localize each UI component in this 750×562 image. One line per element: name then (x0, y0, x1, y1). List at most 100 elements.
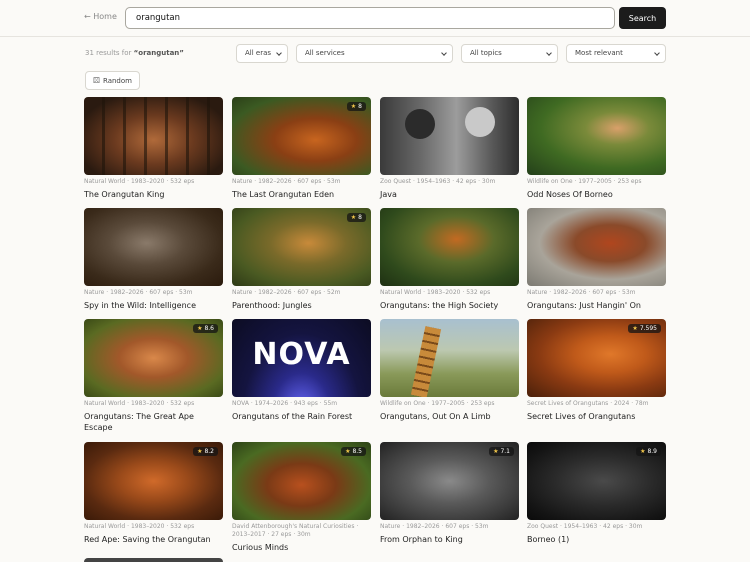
episode-thumbnail[interactable]: ★ 8.2 (84, 442, 223, 520)
episode-thumbnail[interactable] (380, 97, 519, 175)
episode-thumbnail[interactable]: ★ 8.9 (527, 442, 666, 520)
eras-select[interactable]: All eras (236, 44, 288, 63)
home-link[interactable]: ← Home (84, 12, 117, 21)
topics-select[interactable]: All topics (461, 44, 558, 63)
episode-meta: Zoo Quest · 1954–1963 · 42 eps · 30m (527, 523, 643, 530)
random-button-label: Random (102, 76, 132, 85)
episode-thumbnail[interactable] (527, 208, 666, 286)
episode-meta: Natural World · 1983–2020 · 532 eps (84, 400, 195, 407)
episode-thumbnail[interactable] (84, 97, 223, 175)
episode-thumbnail[interactable] (84, 208, 223, 286)
search-input[interactable] (125, 7, 615, 29)
episode-title[interactable]: The Orangutan King (84, 189, 223, 200)
episode-card[interactable]: ★ 8.5 David Attenborough's Natural Curios… (232, 442, 371, 553)
episode-thumbnail[interactable]: ★ 8 (232, 97, 371, 175)
episode-meta: NOVA · 1974–2026 · 943 eps · 55m (232, 400, 338, 407)
episode-thumbnail[interactable]: ★ 8.5 (232, 442, 371, 520)
services-select[interactable]: All services (296, 44, 453, 63)
episode-title[interactable]: Parenthood: Jungles (232, 300, 371, 311)
episode-thumbnail[interactable]: ★ 7.595 (527, 319, 666, 397)
star-icon: ★ (632, 325, 638, 332)
episode-title[interactable]: Secret Lives of Orangutans (527, 411, 666, 422)
episode-card[interactable]: ★ 7.595 Secret Lives of Orangutans · 2024… (527, 319, 666, 422)
episode-card[interactable]: Wildlife on One · 1977–2005 · 253 eps Od… (527, 97, 666, 200)
topics-select-value: All topics (470, 49, 502, 57)
episode-meta: Nature · 1982–2026 · 607 eps · 53m (232, 178, 341, 185)
star-icon: ★ (350, 103, 357, 110)
rating-badge: ★ 8.5 (341, 447, 366, 456)
episode-meta: Zoo Quest · 1954–1963 · 42 eps · 30m (380, 178, 496, 185)
episode-meta: Wildlife on One · 1977–2005 · 253 eps (380, 400, 495, 407)
episode-card-partial[interactable] (84, 558, 223, 562)
episode-title[interactable]: Orangutans: the High Society (380, 300, 519, 311)
rating-badge: ★ 8 (346, 213, 366, 222)
chevron-down-icon (546, 50, 552, 56)
star-icon: ★ (345, 448, 351, 455)
episode-meta: Nature · 1982–2026 · 607 eps · 53m (380, 523, 489, 530)
episode-meta: Natural World · 1983–2020 · 532 eps (84, 178, 195, 185)
rating-badge: ★ 8.9 (636, 447, 661, 456)
episode-meta: Nature · 1982–2026 · 607 eps · 52m (232, 289, 341, 296)
rating-badge: ★ 8.6 (193, 324, 218, 333)
episode-title[interactable]: The Last Orangutan Eden (232, 189, 371, 200)
results-count: 31 results for “orangutan” (85, 49, 184, 57)
episode-card[interactable]: ★ 8.9 Zoo Quest · 1954–1963 · 42 eps · 30… (527, 442, 666, 545)
search-button[interactable]: Search (619, 7, 666, 29)
episode-card[interactable]: ★ 8 Nature · 1982–2026 · 607 eps · 53m Th… (232, 97, 371, 200)
episode-thumbnail[interactable] (380, 208, 519, 286)
star-icon: ★ (197, 448, 203, 455)
episode-title[interactable]: Spy in the Wild: Intelligence (84, 300, 223, 311)
episode-thumbnail[interactable]: NOVA (232, 319, 371, 397)
episode-title[interactable]: From Orphan to King (380, 534, 519, 545)
episode-card[interactable]: Nature · 1982–2026 · 607 eps · 53m Spy i… (84, 208, 223, 311)
episode-meta: Natural World · 1983–2020 · 532 eps (380, 289, 491, 296)
episode-card[interactable]: ★ 8 Nature · 1982–2026 · 607 eps · 52m Pa… (232, 208, 371, 311)
services-select-value: All services (305, 49, 345, 57)
episode-title[interactable]: Curious Minds (232, 542, 371, 553)
episode-meta: Natural World · 1983–2020 · 532 eps (84, 523, 195, 530)
episode-title[interactable]: Java (380, 189, 519, 200)
rating-badge: ★ 8 (346, 102, 366, 111)
episode-card[interactable]: Zoo Quest · 1954–1963 · 42 eps · 30m Jav… (380, 97, 519, 200)
episode-card[interactable]: ★ 8.2 Natural World · 1983–2020 · 532 eps… (84, 442, 223, 545)
episode-title[interactable]: Borneo (1) (527, 534, 666, 545)
episode-card[interactable]: ★ 8.6 Natural World · 1983–2020 · 532 eps… (84, 319, 223, 433)
random-button[interactable]: ⚄ Random (85, 71, 140, 90)
episode-card[interactable]: ★ 7.1 Nature · 1982–2026 · 607 eps · 53m … (380, 442, 519, 545)
episode-card[interactable]: Wildlife on One · 1977–2005 · 253 eps Or… (380, 319, 519, 422)
chevron-down-icon (441, 50, 447, 56)
chevron-down-icon (654, 50, 660, 56)
episode-title[interactable]: Orangutans, Out On A Limb (380, 411, 519, 422)
episode-thumbnail[interactable]: ★ 8 (232, 208, 371, 286)
chevron-down-icon (276, 50, 282, 56)
episode-title[interactable]: Orangutans: The Great Ape Escape (84, 411, 223, 433)
sort-select-value: Most relevant (575, 49, 623, 57)
episode-card[interactable]: NOVA NOVA · 1974–2026 · 943 eps · 55m Or… (232, 319, 371, 422)
episode-thumbnail[interactable] (380, 319, 519, 397)
nova-logo: NOVA (252, 337, 351, 372)
episode-meta: Wildlife on One · 1977–2005 · 253 eps (527, 178, 642, 185)
sort-select[interactable]: Most relevant (566, 44, 666, 63)
eras-select-value: All eras (245, 49, 272, 57)
star-icon: ★ (640, 448, 646, 455)
episode-title[interactable]: Orangutans: Just Hangin' On (527, 300, 666, 311)
episode-card[interactable]: Natural World · 1983–2020 · 532 eps Oran… (380, 208, 519, 311)
episode-thumbnail[interactable]: ★ 7.1 (380, 442, 519, 520)
episode-meta: David Attenborough's Natural Curiosities… (232, 523, 359, 538)
episode-meta: Nature · 1982–2026 · 607 eps · 53m (527, 289, 636, 296)
episode-thumbnail[interactable] (527, 97, 666, 175)
episode-title[interactable]: Orangutans of the Rain Forest (232, 411, 371, 422)
dice-icon: ⚄ (93, 76, 100, 85)
episode-thumbnail[interactable]: ★ 8.6 (84, 319, 223, 397)
episode-card[interactable]: Nature · 1982–2026 · 607 eps · 53m Orang… (527, 208, 666, 311)
episode-meta: Nature · 1982–2026 · 607 eps · 53m (84, 289, 193, 296)
star-icon: ★ (350, 214, 357, 221)
rating-badge: ★ 7.1 (489, 447, 514, 456)
episode-title[interactable]: Odd Noses Of Borneo (527, 189, 666, 200)
episode-title[interactable]: Red Ape: Saving the Orangutan (84, 534, 223, 545)
episode-card[interactable]: Natural World · 1983–2020 · 532 eps The … (84, 97, 223, 200)
rating-badge: ★ 8.2 (193, 447, 218, 456)
episode-meta: Secret Lives of Orangutans · 2024 · 78m (527, 400, 649, 407)
top-bar: ← Home Search (0, 0, 750, 37)
star-icon: ★ (493, 448, 499, 455)
